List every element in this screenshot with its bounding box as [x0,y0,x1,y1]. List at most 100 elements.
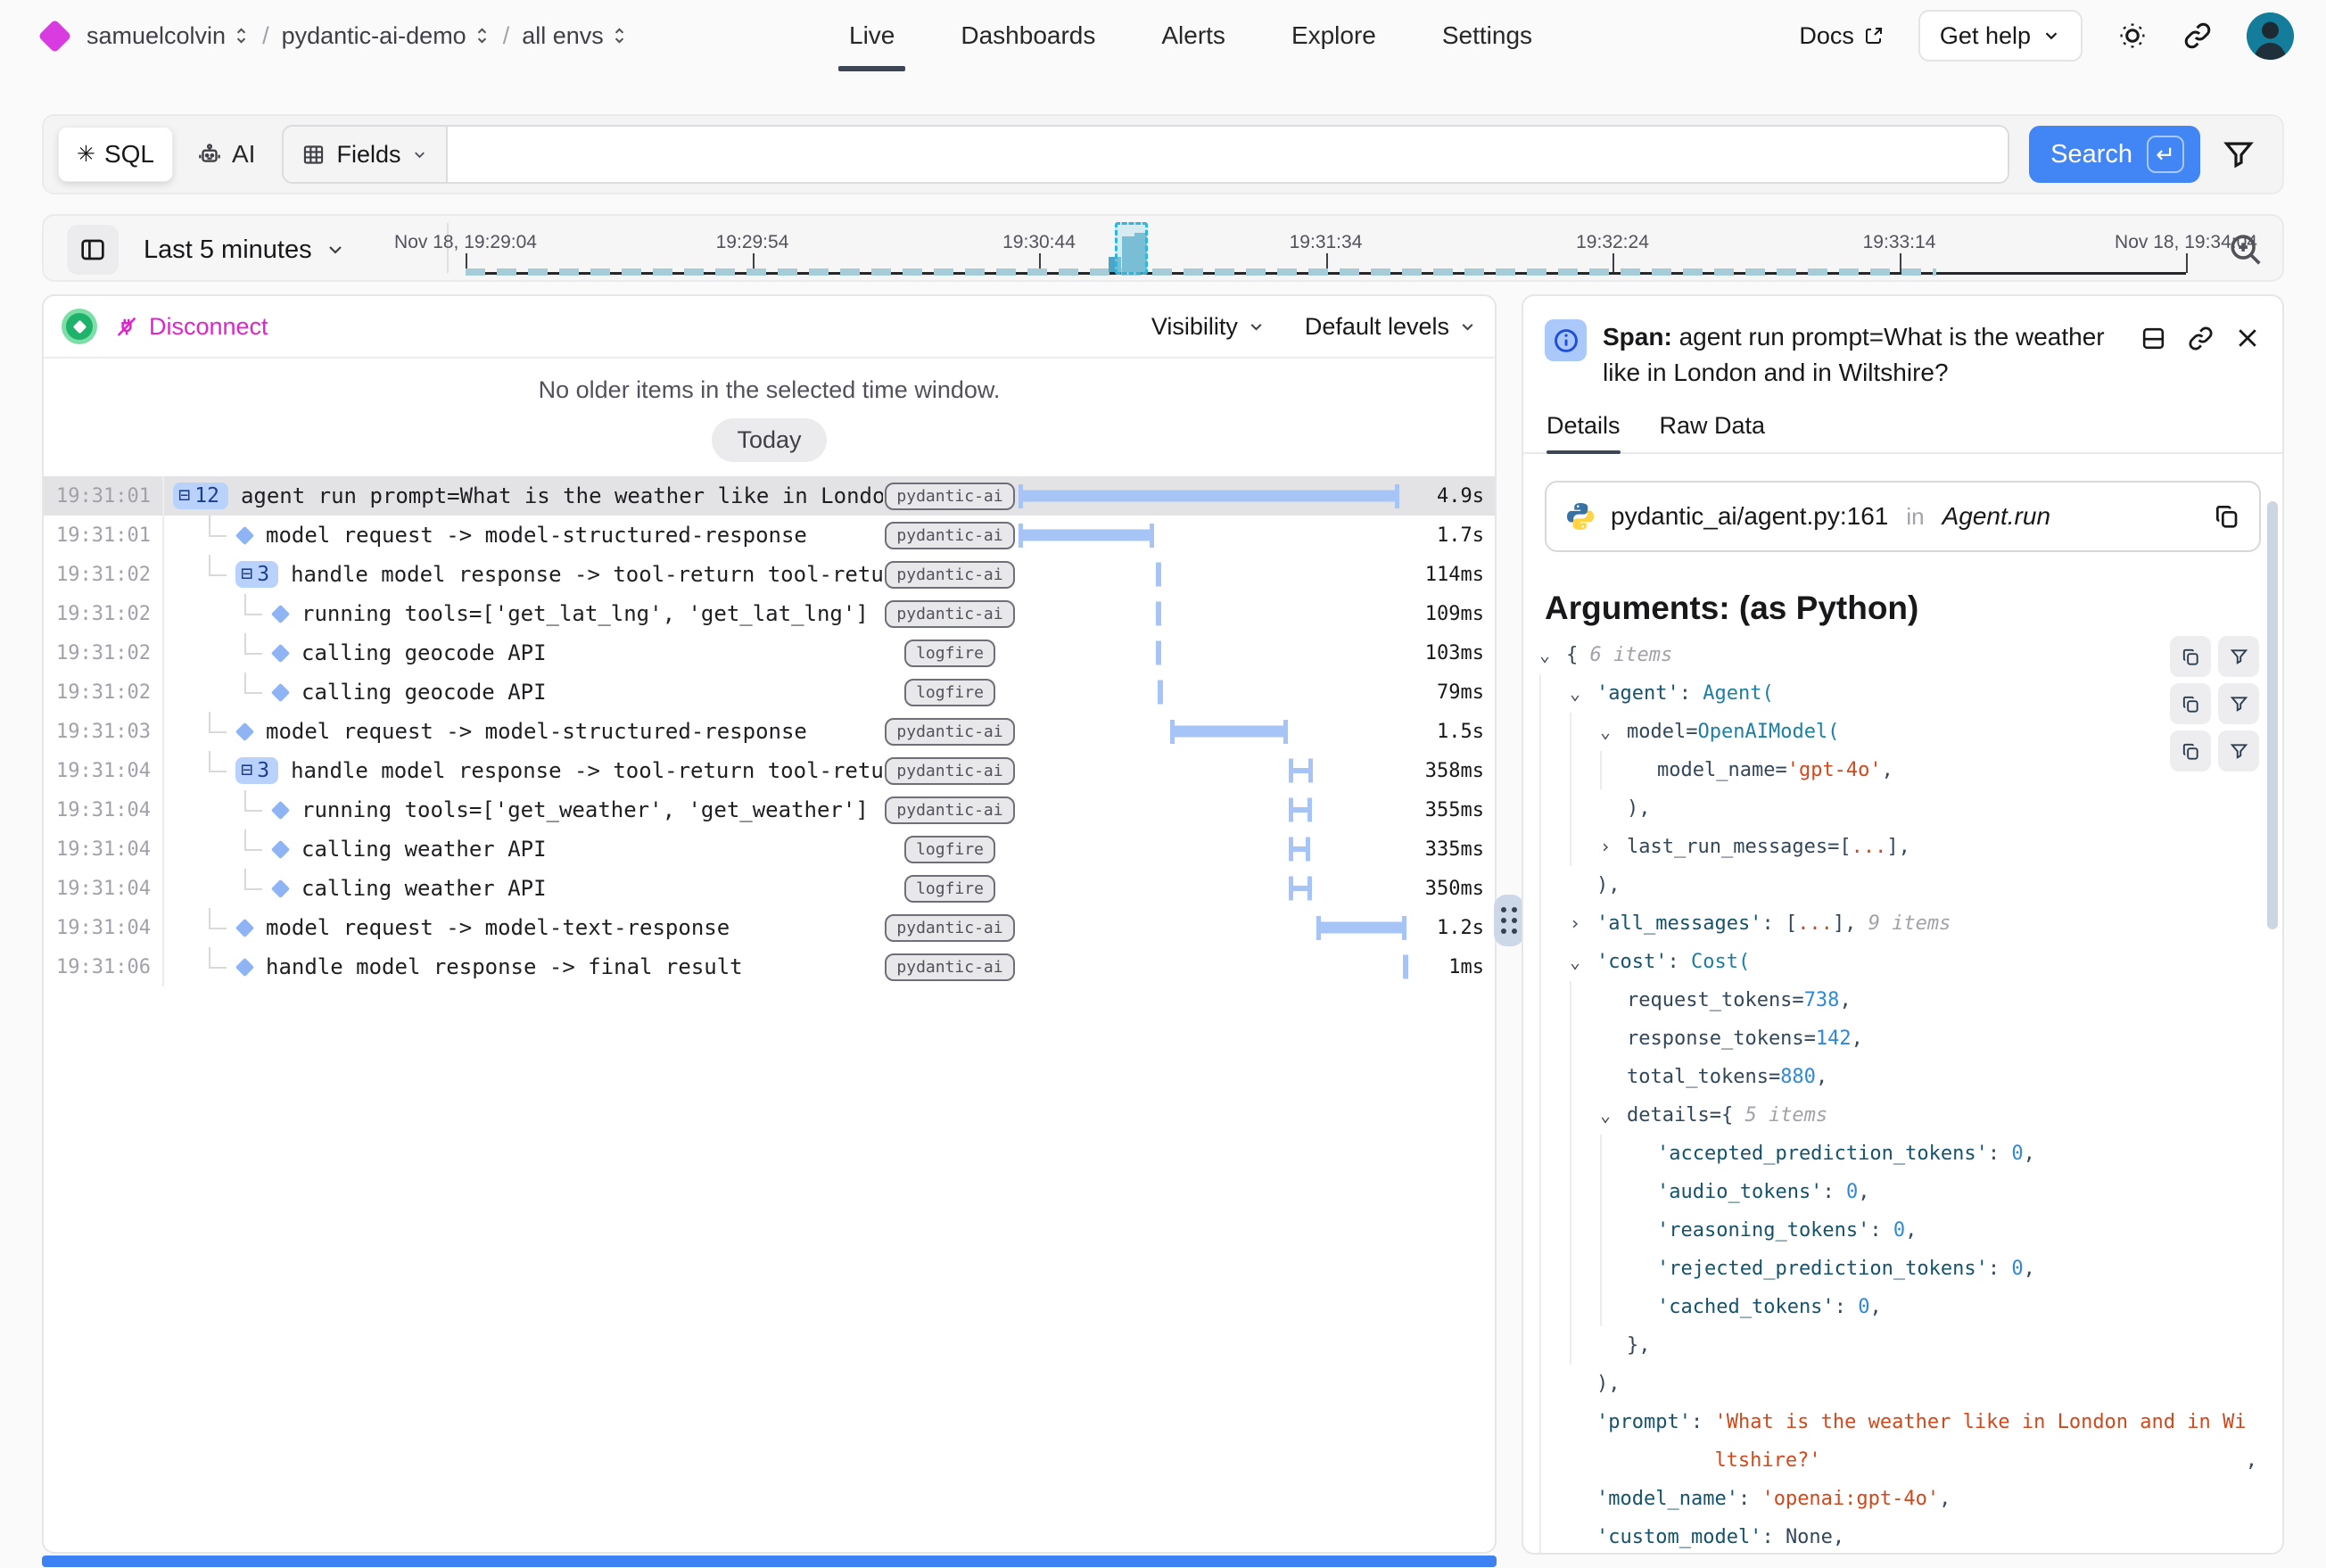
collapse-badge[interactable]: ⊟12 [173,483,228,509]
copy-icon[interactable] [2170,730,2211,772]
copy-link-icon[interactable] [2187,325,2215,391]
expand-chevron-icon[interactable]: › [1570,904,1596,943]
default-levels-dropdown[interactable]: Default levels [1305,313,1477,341]
panel-resize-handle[interactable] [1494,895,1524,946]
trace-row-duration-lane [1017,908,1409,947]
trace-panel-header-right: Visibility Default levels [1151,313,1477,341]
trace-row-label: handle model response -> tool-return too… [291,562,883,587]
trace-row-duration-lane [1017,476,1409,516]
search-button[interactable]: Search ↵ [2029,126,2200,183]
trace-row[interactable]: 19:31:02running tools=['get_lat_lng', 'g… [44,594,1495,633]
detail-tab-details[interactable]: Details [1547,412,1621,452]
filter-funnel-icon[interactable] [2222,137,2256,171]
trace-row[interactable]: 19:31:02calling geocode APIlogfire103ms [44,633,1495,673]
close-icon[interactable] [2234,325,2261,391]
tab-alerts[interactable]: Alerts [1161,0,1225,71]
trace-row[interactable]: 19:31:02⊟3handle model response -> tool-… [44,555,1495,594]
tree-elbow-connector [209,947,227,969]
collapse-badge[interactable]: ⊟3 [235,757,278,784]
code-token: : [1869,1211,1893,1250]
expand-chevron-icon[interactable]: ⌄ [1600,1096,1627,1135]
sql-mode-button[interactable]: ✳ SQL [58,127,173,182]
tab-explore[interactable]: Explore [1291,0,1376,71]
copy-icon[interactable] [2213,502,2241,531]
get-help-button[interactable]: Get help [1918,10,2083,62]
duration-tick [1156,563,1161,587]
expand-chevron-icon[interactable]: ⌄ [1539,636,1566,674]
docs-link[interactable]: Docs [1799,22,1885,50]
tab-settings[interactable]: Settings [1442,0,1532,71]
trace-row[interactable]: 19:31:02calling geocode APIlogfire79ms [44,673,1495,712]
disconnect-button[interactable]: Disconnect [113,313,268,341]
filter-funnel-icon[interactable] [2218,683,2259,724]
trace-row-tag-cell: logfire [883,679,1017,706]
hang-indent [1596,1441,1714,1480]
trace-row-duration: 1.2s [1409,917,1495,939]
source-location[interactable]: pydantic_ai/agent.py:161 in Agent.run [1545,481,2261,552]
get-help-label: Get help [1940,22,2031,50]
code-token: 'agent' [1596,674,1679,713]
timeline-axis[interactable]: Nov 18, 19:29:0419:29:5419:30:4419:31:34… [44,216,2282,280]
filter-funnel-icon[interactable] [2218,636,2259,677]
trace-row[interactable]: 19:31:04calling weather APIlogfire350ms [44,869,1495,908]
tab-dashboards[interactable]: Dashboards [961,0,1095,71]
search-input[interactable] [448,127,2008,182]
code-token: ), [1627,789,1651,828]
code-token: response_tokens= [1627,1019,1816,1058]
copy-icon[interactable] [2170,636,2211,677]
dock-panel-icon[interactable] [2140,325,2167,391]
code-token: 0 [1858,1288,1869,1326]
trace-row[interactable]: 19:31:03model request -> model-structure… [44,712,1495,751]
code-token: : [1667,943,1691,981]
copy-icon[interactable] [2170,683,2211,724]
trace-row-main: ⊟3 handle model response -> tool-return t… [164,555,883,594]
code-token: , [1839,981,1851,1019]
tree-elbow-connector [209,516,227,537]
today-button[interactable]: Today [712,418,826,462]
indent-guide [1539,1480,1570,1518]
trace-row[interactable]: 19:31:04⊟3handle model response -> tool-… [44,751,1495,790]
filter-funnel-icon[interactable] [2218,730,2259,772]
detail-scrollbar-thumb[interactable] [2267,501,2278,929]
trace-row-timestamp: 19:31:02 [44,594,164,633]
trace-row[interactable]: 19:31:01⊟12agent run prompt=What is the … [44,476,1495,516]
collapse-badge[interactable]: ⊟3 [235,561,278,588]
breadcrumb-item-pydantic-ai-demo[interactable]: pydantic-ai-demo [282,22,491,50]
detail-tabs: Details Raw Data [1523,398,2282,454]
trace-row[interactable]: 19:31:04model request -> model-text-resp… [44,908,1495,947]
trace-row[interactable]: 19:31:01model request -> model-structure… [44,516,1495,555]
asterisk-icon: ✳ [77,141,95,168]
code-token: 'What is the weather like in London and … [1714,1403,2246,1441]
tree-elbow-connector [209,712,227,733]
trace-row[interactable]: 19:31:04running tools=['get_weather', 'g… [44,790,1495,829]
ai-mode-button[interactable]: AI [196,140,255,169]
logfire-logo-icon[interactable] [37,19,71,53]
breadcrumb-item-samuelcolvin[interactable]: samuelcolvin [87,22,250,50]
theme-toggle-sun-icon[interactable] [2116,20,2149,52]
trailing-comma: , [2246,1441,2257,1480]
code-token: details={ [1627,1096,1744,1135]
timeline-selection-window[interactable] [1115,222,1148,275]
trace-row[interactable]: 19:31:06handle model response -> final r… [44,947,1495,986]
indent-guide [1600,1250,1630,1288]
user-avatar[interactable] [2247,12,2294,60]
expand-chevron-icon[interactable]: › [1600,828,1627,866]
breadcrumb-item-all envs[interactable]: all envs [522,22,628,50]
expand-chevron-icon[interactable]: ⌄ [1570,943,1596,981]
expand-chevron-icon[interactable]: ⌄ [1600,713,1627,751]
python-logo-icon [1564,500,1596,532]
fields-button[interactable]: Fields [284,127,448,182]
detail-tab-raw-data[interactable]: Raw Data [1660,412,1766,452]
visibility-dropdown[interactable]: Visibility [1151,313,1266,341]
tab-live[interactable]: Live [849,0,895,71]
trace-row-duration: 1.5s [1409,721,1495,743]
indent-guide [1539,904,1570,943]
expand-chevron-icon[interactable]: ⌄ [1570,674,1596,713]
trace-row-tag-cell: pydantic-ai [883,953,1017,981]
trace-row[interactable]: 19:31:04calling weather APIlogfire335ms [44,829,1495,869]
code-token: 738 [1804,981,1840,1019]
chevron-down-icon [1247,318,1266,336]
magnifier-plus-icon[interactable] [2225,229,2266,270]
indent-guide [1539,789,1570,828]
share-link-icon[interactable] [2182,21,2213,51]
